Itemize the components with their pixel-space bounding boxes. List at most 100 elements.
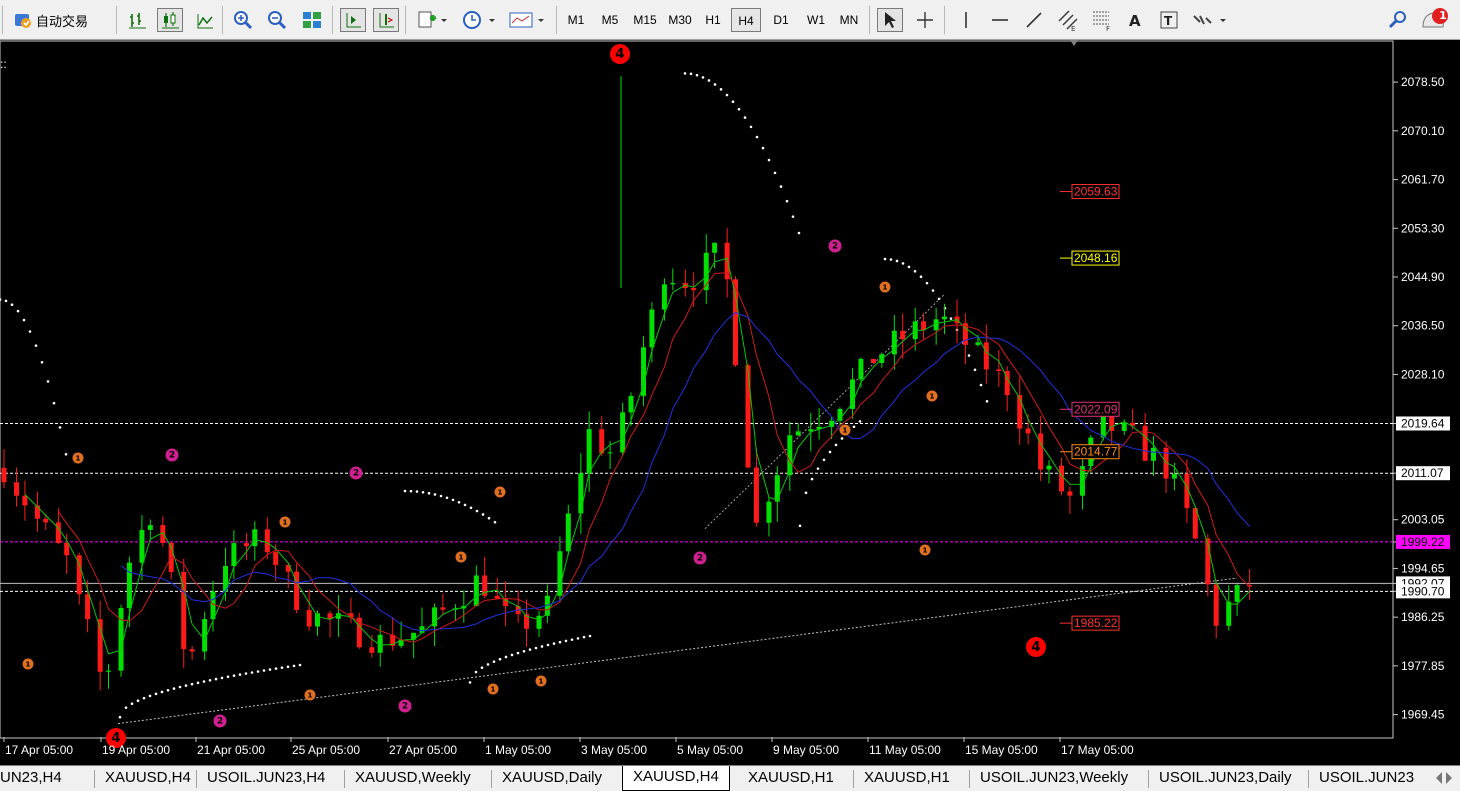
line-chart-button[interactable]	[192, 8, 218, 32]
trendline-icon[interactable]	[1021, 8, 1047, 32]
chart-tab[interactable]: XAUUSD,Daily	[492, 766, 612, 790]
candle-body[interactable]	[691, 287, 697, 291]
candle-body[interactable]	[670, 283, 676, 285]
candle-body[interactable]	[599, 429, 605, 454]
candle-body[interactable]	[1059, 465, 1065, 492]
candle-body[interactable]	[118, 607, 124, 671]
arrows-dropdown[interactable]	[1190, 8, 1228, 32]
text-icon[interactable]: A	[1122, 8, 1148, 32]
zoom-in-icon[interactable]	[230, 8, 256, 32]
chart-shift-button[interactable]	[373, 8, 399, 32]
candle-body[interactable]	[565, 513, 571, 552]
notifications-button[interactable]: 1	[1420, 8, 1452, 32]
chart-shift-marker[interactable]	[1070, 40, 1078, 46]
timeframe-h1[interactable]: H1	[699, 8, 727, 32]
candle-body[interactable]	[745, 365, 751, 468]
candle-body[interactable]	[1, 467, 7, 483]
timeframe-m15[interactable]: M15	[629, 8, 661, 32]
candle-body[interactable]	[473, 575, 479, 606]
candle-body[interactable]	[34, 505, 40, 519]
text-label-icon[interactable]: T	[1156, 8, 1182, 32]
candle-body[interactable]	[369, 647, 375, 653]
candle-body[interactable]	[753, 467, 759, 523]
search-icon[interactable]	[1385, 8, 1411, 32]
candle-body[interactable]	[1025, 428, 1031, 434]
candle-body[interactable]	[795, 431, 801, 436]
price-chart[interactable]: :: 444222222111111111111 2078.50 2070.10 2…	[0, 40, 1460, 765]
candle-body[interactable]	[900, 330, 906, 340]
candle-body[interactable]	[774, 475, 780, 502]
candle-body[interactable]	[85, 594, 91, 620]
chart-tab[interactable]: USOIL.JUN23,H4	[197, 766, 335, 790]
timeframe-m5[interactable]: M5	[596, 8, 624, 32]
periods-dropdown[interactable]	[460, 8, 498, 32]
candle-body[interactable]	[64, 542, 70, 556]
timeframe-d1[interactable]: D1	[767, 8, 795, 32]
candle-body[interactable]	[858, 358, 864, 380]
candle-body[interactable]	[22, 495, 28, 506]
candle-body[interactable]	[55, 522, 61, 543]
candle-body[interactable]	[147, 525, 153, 530]
chart-tab[interactable]: UN23,H4	[0, 766, 72, 790]
candle-body[interactable]	[649, 309, 655, 348]
candle-body[interactable]	[724, 242, 730, 280]
vertical-line-icon[interactable]	[953, 8, 979, 32]
candle-body[interactable]	[440, 607, 446, 610]
candle-body[interactable]	[252, 529, 258, 547]
candle-body[interactable]	[996, 369, 1002, 371]
candle-body[interactable]	[1226, 601, 1232, 626]
chart-tab[interactable]: XAUUSD,H4	[622, 766, 730, 791]
candle-body[interactable]	[712, 242, 718, 253]
candle-body[interactable]	[231, 543, 237, 567]
chart-tab[interactable]: USOIL.JUN23	[1309, 766, 1424, 790]
auto-scroll-button[interactable]	[340, 8, 366, 32]
candle-body[interactable]	[139, 529, 145, 563]
candle-body[interactable]	[733, 279, 738, 366]
candle-body[interactable]	[264, 529, 270, 553]
timeframe-m30[interactable]: M30	[664, 8, 696, 32]
candle-body[interactable]	[273, 552, 279, 565]
candle-body[interactable]	[1038, 433, 1044, 470]
candle-body[interactable]	[315, 613, 320, 627]
candle-body[interactable]	[14, 482, 20, 496]
candle-body[interactable]	[327, 613, 333, 619]
crosshair-icon[interactable]	[912, 8, 938, 32]
chart-canvas[interactable]: :: 444222222111111111111 2078.502070.102…	[0, 40, 1460, 765]
timeframe-mn[interactable]: MN	[834, 8, 864, 32]
candle-body[interactable]	[766, 501, 772, 523]
candle-body[interactable]	[870, 358, 876, 363]
fibonacci-retracement-icon[interactable]: F	[1089, 8, 1115, 32]
tile-windows-icon[interactable]	[299, 8, 325, 32]
candlestick-chart-button[interactable]	[157, 8, 183, 32]
candle-body[interactable]	[243, 543, 249, 547]
timeframe-w1[interactable]: W1	[801, 8, 831, 32]
chart-tab[interactable]: XAUUSD,H4	[95, 766, 201, 790]
candle-body[interactable]	[1067, 491, 1073, 496]
chart-tab[interactable]: USOIL.JUN23,Daily	[1149, 766, 1302, 790]
templates-dropdown[interactable]	[507, 8, 547, 32]
auto-trading-button[interactable]: 自动交易	[14, 8, 88, 32]
candle-body[interactable]	[607, 452, 613, 454]
candle-body[interactable]	[942, 316, 947, 320]
candle-body[interactable]	[126, 562, 132, 608]
cursor-icon[interactable]	[877, 8, 903, 32]
candle-body[interactable]	[106, 670, 111, 672]
candle-body[interactable]	[1151, 447, 1156, 461]
equidistant-channel-icon[interactable]: E	[1055, 8, 1081, 32]
horizontal-line-icon[interactable]	[987, 8, 1013, 32]
candle-body[interactable]	[628, 395, 634, 413]
candle-body[interactable]	[1213, 584, 1219, 626]
candle-body[interactable]	[1171, 473, 1177, 479]
candle-body[interactable]	[586, 429, 592, 474]
candle-body[interactable]	[43, 518, 49, 523]
chart-tab[interactable]: XAUUSD,H1	[854, 766, 960, 790]
indicators-dropdown[interactable]	[414, 8, 450, 32]
candle-body[interactable]	[975, 342, 981, 345]
candle-body[interactable]	[189, 649, 195, 652]
candle-body[interactable]	[557, 551, 563, 596]
candle-body[interactable]	[1017, 395, 1023, 429]
trendline[interactable]	[117, 577, 1238, 725]
chart-tab[interactable]: XAUUSD,Weekly	[345, 766, 481, 790]
candle-body[interactable]	[306, 609, 312, 627]
tab-scroll-arrows[interactable]	[1430, 766, 1460, 790]
